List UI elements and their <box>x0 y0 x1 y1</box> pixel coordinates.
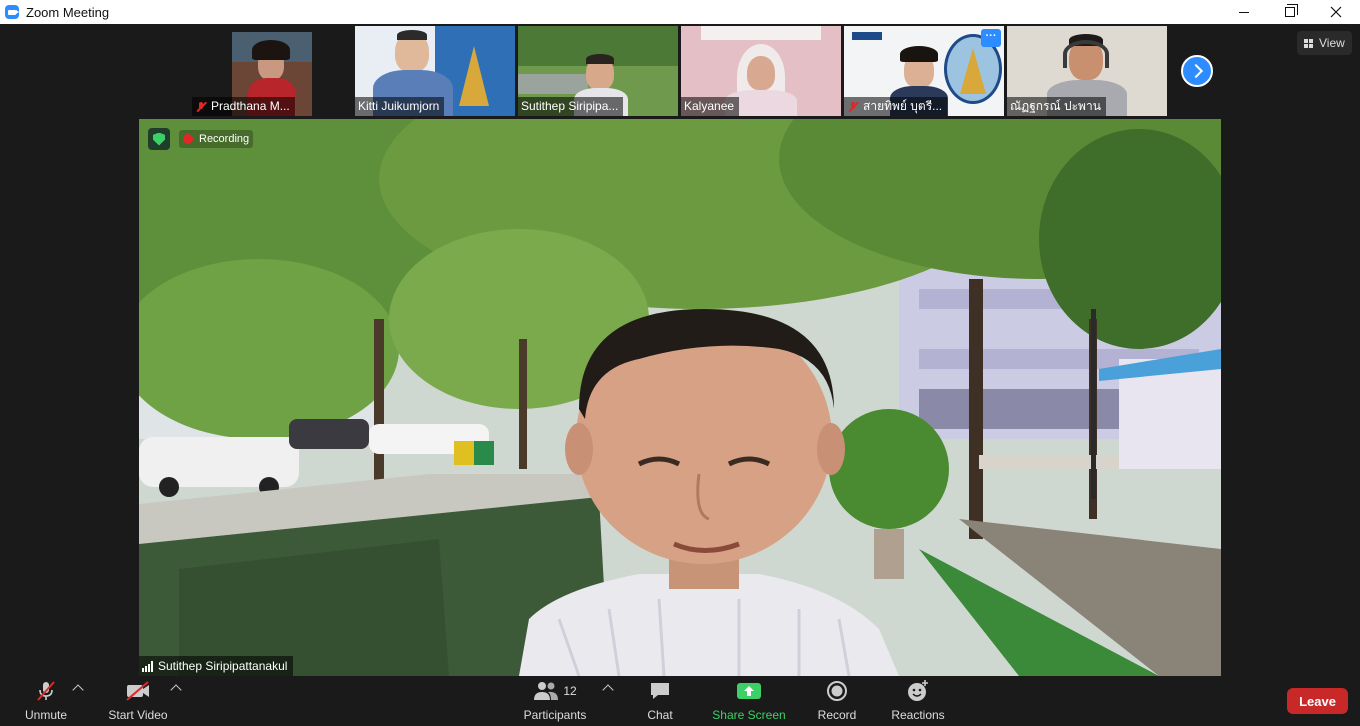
share-screen-button[interactable]: Share Screen <box>710 676 788 726</box>
grid-view-icon <box>1304 38 1313 48</box>
zoom-logo-icon <box>5 5 19 19</box>
chat-button[interactable]: Chat <box>640 676 680 726</box>
participant-tile[interactable]: ··· สายทิพย์ บุตรี... <box>844 26 1004 116</box>
meeting-area: Pradthana M... Kitti Juikumjorn Sutithep… <box>0 24 1360 676</box>
view-button[interactable]: View <box>1297 31 1352 55</box>
mic-muted-icon <box>195 101 207 113</box>
recording-indicator[interactable]: Recording <box>179 130 254 148</box>
participant-name-label: Pradthana M... <box>192 97 295 116</box>
share-screen-icon <box>735 679 763 703</box>
chat-icon <box>646 679 674 703</box>
participant-tile-active[interactable]: Sutithep Siripipa... <box>518 26 678 116</box>
participant-strip: Pradthana M... Kitti Juikumjorn Sutithep… <box>192 24 1216 117</box>
unmute-button[interactable]: Unmute <box>20 676 72 726</box>
participant-name-label: ณัฏฐกรณ์ ปะพาน <box>1007 97 1106 116</box>
participant-tile[interactable]: Pradthana M... <box>192 26 352 116</box>
speaker-name-label: Sutithep Siripipattanakul <box>139 656 294 676</box>
window-titlebar: Zoom Meeting <box>0 0 1360 24</box>
encryption-shield-icon[interactable] <box>148 128 170 150</box>
recording-dot-icon <box>183 134 193 144</box>
participant-name-label: สายทิพย์ บุตรี... <box>844 97 948 116</box>
participant-tile[interactable]: Kitti Juikumjorn <box>355 26 515 116</box>
participants-options-caret-icon[interactable] <box>602 684 614 696</box>
restore-button[interactable] <box>1267 0 1313 24</box>
active-speaker-video: Recording Sutithep Siripipattanakul <box>139 119 1221 676</box>
participant-tile[interactable]: ณัฏฐกรณ์ ปะพาน <box>1007 26 1167 116</box>
record-button[interactable]: Record <box>814 676 860 726</box>
window-title: Zoom Meeting <box>26 4 110 20</box>
meeting-toolbar: Unmute Start Video 12 Participants Chat … <box>0 676 1360 726</box>
audio-options-caret-icon[interactable] <box>72 684 84 696</box>
mic-muted-icon <box>32 679 60 703</box>
signal-strength-icon <box>142 660 153 672</box>
video-options-caret-icon[interactable] <box>170 684 182 696</box>
participants-count: 12 <box>563 684 577 698</box>
close-button[interactable] <box>1313 0 1359 24</box>
participant-name-label: Kitti Juikumjorn <box>355 97 445 116</box>
participant-tile[interactable]: Kalyanee <box>681 26 841 116</box>
leave-button[interactable]: Leave <box>1287 688 1348 714</box>
mic-muted-icon <box>847 101 859 113</box>
record-icon <box>823 679 851 703</box>
reactions-smiley-icon <box>904 679 932 703</box>
more-options-icon[interactable]: ··· <box>981 29 1001 47</box>
start-video-button[interactable]: Start Video <box>104 676 172 726</box>
participant-name-label: Kalyanee <box>681 97 740 116</box>
participant-name-label: Sutithep Siripipa... <box>518 97 624 116</box>
minimize-button[interactable] <box>1221 0 1267 24</box>
speaker-video-scene <box>139 119 1221 676</box>
reactions-button[interactable]: Reactions <box>888 676 948 726</box>
participants-button[interactable]: 12 Participants <box>520 676 590 726</box>
next-page-arrow-icon[interactable] <box>1181 55 1213 87</box>
video-off-icon <box>124 679 152 703</box>
participants-icon: 12 <box>530 679 580 703</box>
